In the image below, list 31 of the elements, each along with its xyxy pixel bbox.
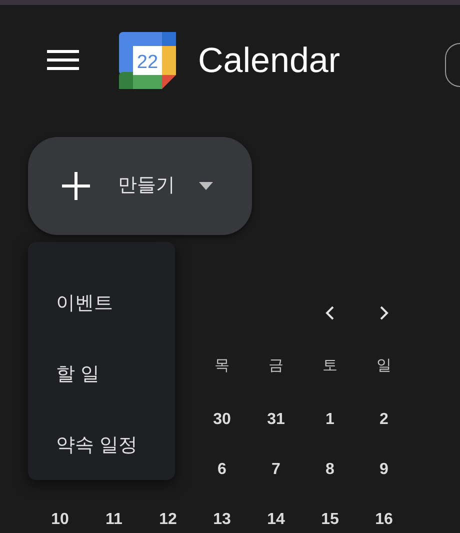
chevron-left-icon[interactable] — [325, 304, 335, 320]
create-button[interactable]: 만들기 — [28, 137, 252, 235]
calendar-day[interactable]: 31 — [267, 408, 285, 432]
calendar-logo: 22 — [119, 32, 176, 88]
calendar-day[interactable]: 30 — [213, 408, 231, 432]
calendar-day[interactable]: 16 — [375, 508, 393, 532]
calendar-day[interactable]: 11 — [106, 508, 122, 532]
calendar-day[interactable]: 2 — [380, 408, 388, 432]
weekday-label: 목 — [214, 356, 230, 376]
menu-item[interactable]: 이벤트 — [28, 268, 175, 339]
round-button[interactable] — [445, 43, 460, 87]
weekday-label: 토 — [322, 356, 338, 376]
calendar-day[interactable]: 7 — [272, 458, 280, 482]
calendar-day[interactable]: 6 — [218, 458, 226, 482]
caret-icon — [199, 182, 213, 190]
calendar-day[interactable]: 9 — [380, 458, 388, 482]
app-title: Calendar — [198, 42, 340, 78]
calendar-day[interactable]: 13 — [213, 508, 231, 532]
chevron-right-icon[interactable] — [379, 304, 389, 320]
menu-item[interactable]: 약속 일정 — [28, 410, 175, 481]
weekday-label: 금 — [268, 356, 284, 376]
calendar-day[interactable]: 8 — [326, 458, 334, 482]
menu-icon[interactable] — [47, 49, 79, 71]
calendar-day[interactable]: 15 — [321, 508, 339, 532]
calendar-day[interactable]: 12 — [159, 508, 177, 532]
plus-icon — [60, 170, 92, 202]
calendar-day[interactable]: 14 — [267, 508, 285, 532]
calendar-day[interactable]: 1 — [326, 408, 334, 432]
menu-item[interactable]: 할 일 — [28, 339, 175, 410]
calendar-day[interactable]: 10 — [51, 508, 69, 532]
weekday-label: 일 — [376, 356, 392, 376]
